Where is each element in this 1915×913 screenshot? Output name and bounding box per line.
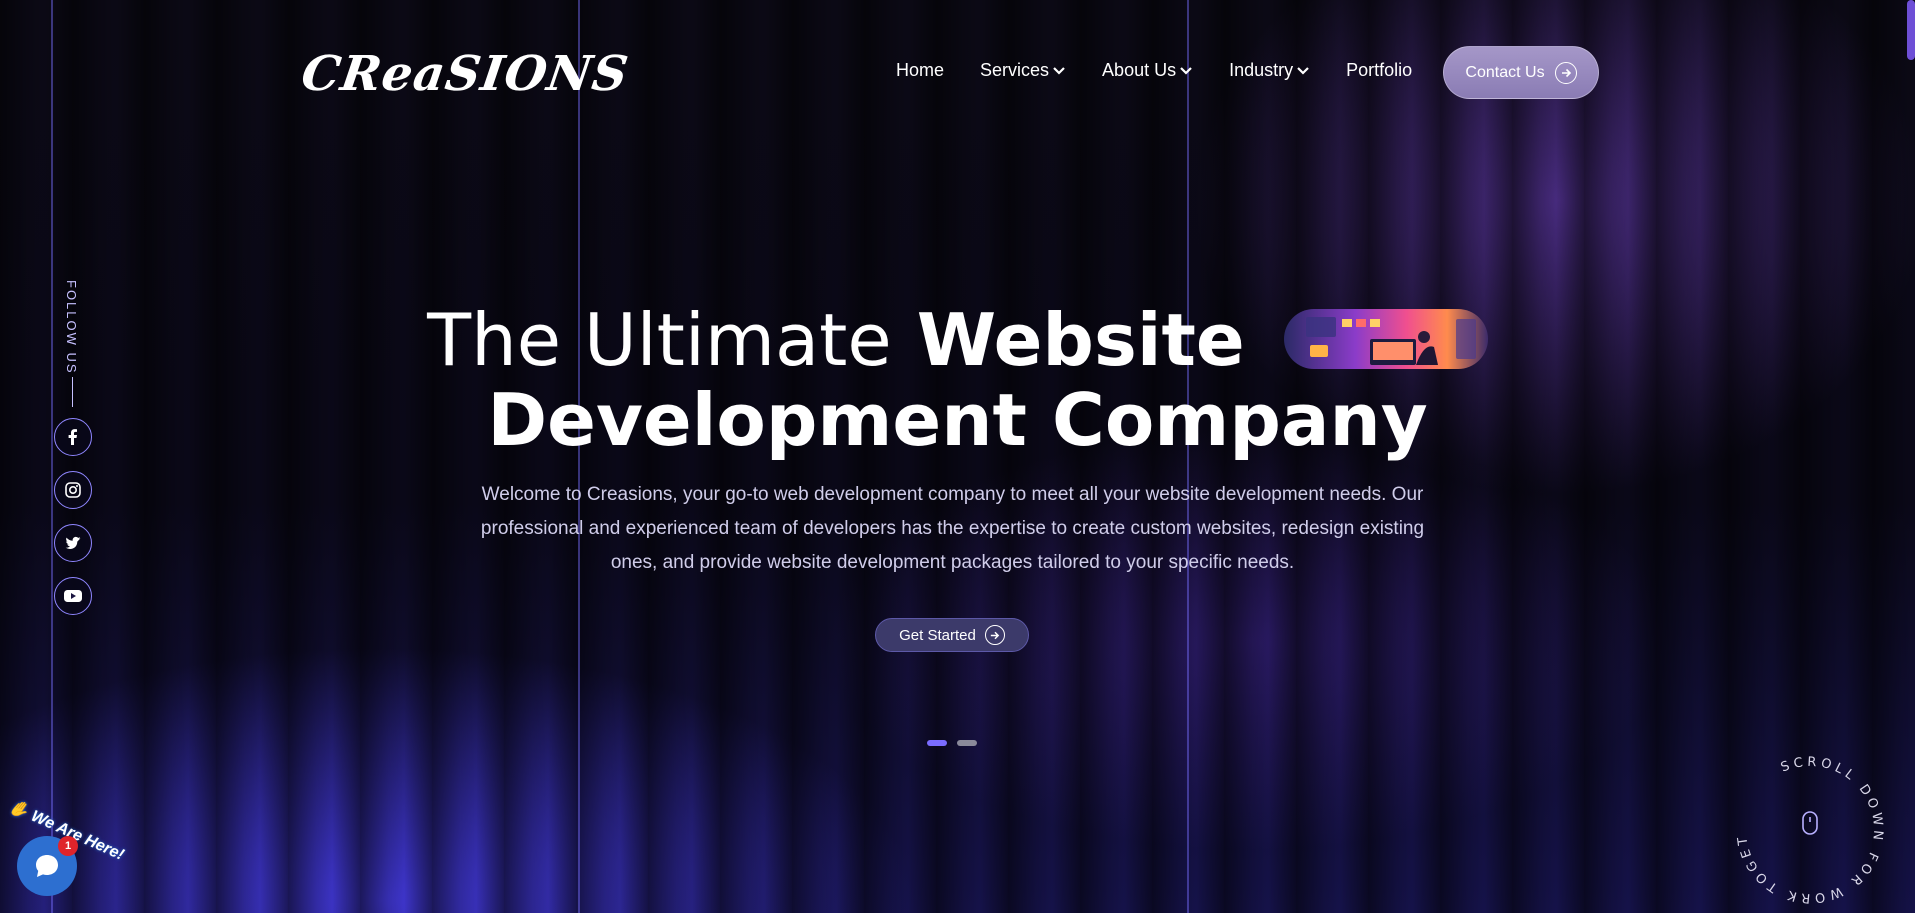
arrow-right-icon <box>984 625 1005 645</box>
nav-about-us[interactable]: About Us <box>1102 60 1193 81</box>
nav-industry-label: Industry <box>1229 60 1294 80</box>
chat-bubble-icon <box>36 855 58 877</box>
instagram-link[interactable] <box>54 471 92 509</box>
scroll-badge-text: SCROLL DOWN FOR WORK TOGETHER <box>1730 750 1885 905</box>
page-scrollbar[interactable] <box>1907 0 1915 60</box>
nav-industry[interactable]: Industry <box>1229 60 1310 81</box>
nav-portfolio[interactable]: Portfolio <box>1346 60 1412 81</box>
nav-home-label: Home <box>896 60 945 80</box>
get-started-button[interactable]: Get Started <box>875 618 1029 652</box>
nav-home[interactable]: Home <box>896 60 944 81</box>
chevron-down-icon <box>1180 66 1192 75</box>
nav-portfolio-label: Portfolio <box>1346 60 1413 80</box>
hero-title: The Ultimate Website Development Company <box>0 300 1915 460</box>
youtube-icon <box>64 590 82 602</box>
twitter-link[interactable] <box>54 524 92 562</box>
twitter-icon <box>65 536 81 549</box>
hero-title-line2: Development Company <box>487 378 1428 462</box>
slider-dot[interactable] <box>957 740 977 746</box>
arrow-right-icon <box>1554 61 1577 84</box>
chevron-down-icon <box>1297 66 1309 75</box>
mouse-icon <box>1802 811 1818 835</box>
youtube-link[interactable] <box>54 577 92 615</box>
contact-us-label: Contact Us <box>1465 63 1545 81</box>
main-nav: Home Services About Us Industry Portfoli… <box>896 60 1412 81</box>
instagram-icon <box>65 482 81 498</box>
hero-illustration <box>1283 309 1488 370</box>
nav-services-label: Services <box>980 60 1050 80</box>
chat-unread-badge: 1 <box>58 836 78 856</box>
hero-title-part1: The Ultimate <box>427 298 892 382</box>
contact-us-button[interactable]: Contact Us <box>1443 46 1599 99</box>
chevron-down-icon <box>1053 66 1065 75</box>
hero-description: Welcome to Creasions, your go-to web dev… <box>480 484 1425 573</box>
scroll-down-badge[interactable]: SCROLL DOWN FOR WORK TOGETHER <box>1730 750 1890 910</box>
nav-services[interactable]: Services <box>980 60 1066 81</box>
logo[interactable]: CReaSIONS <box>298 46 632 102</box>
get-started-label: Get Started <box>899 626 976 644</box>
hero-title-part2: Website <box>916 298 1245 382</box>
nav-about-us-label: About Us <box>1102 60 1177 80</box>
slider-dot-active[interactable] <box>927 740 947 746</box>
